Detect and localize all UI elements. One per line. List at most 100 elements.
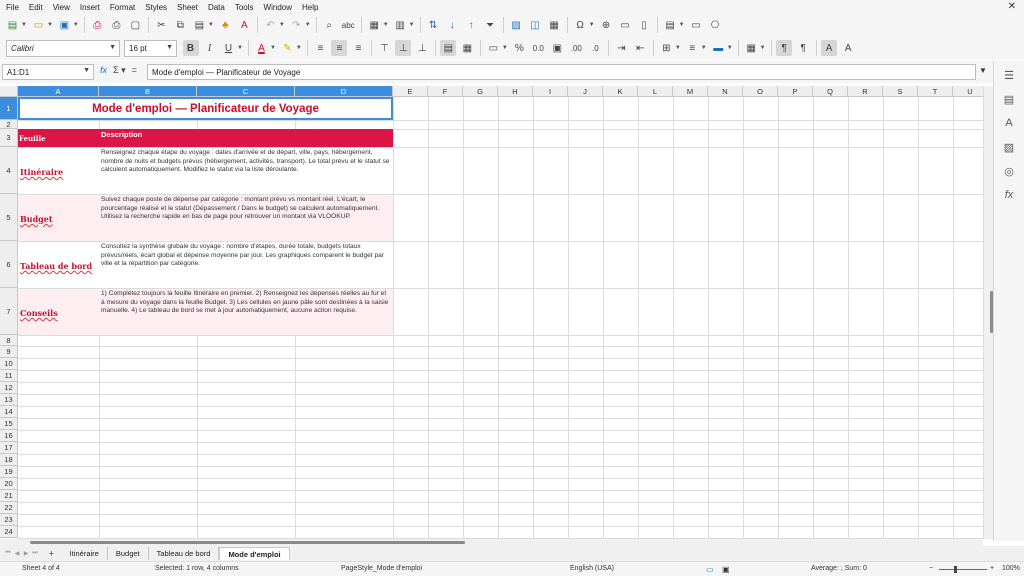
column-header-o[interactable]: O: [743, 86, 778, 97]
column-header-g[interactable]: G: [463, 86, 498, 97]
description-cell[interactable]: Consultez la synthèse globale du voyage …: [101, 243, 391, 269]
properties-icon[interactable]: ▤: [1001, 91, 1017, 107]
border-color-icon[interactable]: ▬: [710, 40, 726, 56]
tab-budget[interactable]: Budget: [108, 547, 149, 560]
menu-tools[interactable]: Tools: [230, 3, 259, 12]
comment-icon[interactable]: ▭: [617, 17, 633, 33]
align-right-icon[interactable]: ≡: [350, 40, 366, 56]
sort-icon[interactable]: ⇅: [425, 17, 441, 33]
chevron-down-icon[interactable]: ▼: [502, 45, 508, 51]
row-header[interactable]: 16: [0, 430, 18, 442]
special-character-icon[interactable]: Ω: [572, 17, 588, 33]
horizontal-scroll-thumb[interactable]: [30, 541, 465, 544]
pivot-table-icon[interactable]: ▦: [546, 17, 562, 33]
name-box[interactable]: A1:D1 ▼: [2, 64, 94, 80]
tab-mode-emploi[interactable]: Mode d'emploi: [219, 547, 290, 560]
font-color-icon[interactable]: A: [253, 40, 269, 56]
date-format-icon[interactable]: ▣: [549, 40, 565, 56]
highlight-color-icon[interactable]: ✎: [279, 40, 295, 56]
previous-sheet-icon[interactable]: ◀: [13, 550, 21, 557]
open-folder-icon[interactable]: ▭: [30, 17, 46, 33]
column-header-l[interactable]: L: [638, 86, 673, 97]
insert-chart-icon[interactable]: ◫: [527, 17, 543, 33]
zoom-slider-knob[interactable]: [954, 566, 957, 573]
column-header-h[interactable]: H: [498, 86, 533, 97]
row-header[interactable]: 10: [0, 358, 18, 370]
language[interactable]: English (USA): [570, 565, 614, 572]
tab-itineraire[interactable]: Itinéraire: [62, 547, 108, 560]
formula-input[interactable]: Mode d'emploi — Planificateur de Voyage: [147, 64, 976, 80]
row-header[interactable]: 12: [0, 382, 18, 394]
row-header[interactable]: 13: [0, 394, 18, 406]
row-icon[interactable]: ▦: [366, 17, 382, 33]
page-style[interactable]: PageStyle_Mode d'emploi: [341, 565, 422, 572]
column-header-b[interactable]: B: [99, 86, 197, 97]
sum-icon[interactable]: Σ ▾: [113, 65, 126, 76]
vertical-text-icon[interactable]: A: [821, 40, 838, 56]
menu-styles[interactable]: Styles: [140, 3, 172, 12]
description-cell[interactable]: Renseignez chaque étape du voyage : date…: [101, 149, 391, 175]
column-header-j[interactable]: J: [568, 86, 603, 97]
rtl-paragraph-icon[interactable]: ¶: [795, 40, 811, 56]
font-size-box[interactable]: 16 pt ▼: [124, 39, 177, 57]
cut-icon[interactable]: ✂: [153, 17, 169, 33]
freeze-rows-columns-icon[interactable]: ▭: [688, 17, 704, 33]
chevron-down-icon[interactable]: ▼: [589, 22, 595, 28]
column-header-p[interactable]: P: [778, 86, 813, 97]
column-header-k[interactable]: K: [603, 86, 638, 97]
split-window-icon[interactable]: ⎔: [707, 17, 723, 33]
formula-icon[interactable]: =: [132, 65, 137, 76]
menu-file[interactable]: File: [0, 3, 24, 12]
save-icon[interactable]: ▣: [56, 17, 72, 33]
chevron-down-icon[interactable]: ▼: [727, 45, 733, 51]
expand-formula-icon[interactable]: ▼: [979, 66, 987, 75]
description-cell[interactable]: Suivez chaque poste de dépense par catég…: [101, 196, 391, 222]
feuille-cell[interactable]: Budget: [20, 214, 53, 224]
column-header-s[interactable]: S: [883, 86, 918, 97]
align-top-icon[interactable]: ⊤: [376, 40, 392, 56]
column-header-u[interactable]: U: [953, 86, 983, 97]
close-document-icon[interactable]: ✕: [1008, 1, 1016, 12]
menu-view[interactable]: View: [48, 3, 75, 12]
next-sheet-icon[interactable]: ▶: [22, 550, 30, 557]
menu-data[interactable]: Data: [203, 3, 230, 12]
decrease-indent-icon[interactable]: ⇤: [632, 40, 648, 56]
chevron-down-icon[interactable]: ▼: [166, 44, 173, 51]
chevron-down-icon[interactable]: ▼: [760, 45, 766, 51]
row-header[interactable]: 4: [0, 147, 18, 194]
find-replace-icon[interactable]: ⌕: [321, 17, 337, 33]
gallery-icon[interactable]: ▨: [1001, 139, 1017, 155]
text-direction-icon[interactable]: A: [840, 40, 856, 56]
menu-edit[interactable]: Edit: [24, 3, 48, 12]
chevron-down-icon[interactable]: ▼: [296, 45, 302, 51]
column-header-n[interactable]: N: [708, 86, 743, 97]
new-document-icon[interactable]: ▤: [5, 17, 21, 33]
hyperlink-icon[interactable]: ⊕: [598, 17, 614, 33]
zoom-out-icon[interactable]: −: [929, 565, 933, 572]
chevron-down-icon[interactable]: ▼: [383, 22, 389, 28]
ltr-paragraph-icon[interactable]: ¶: [776, 40, 793, 56]
row-header[interactable]: 1: [0, 97, 18, 120]
column-header-f[interactable]: F: [428, 86, 463, 97]
clear-formatting-icon[interactable]: A: [236, 17, 252, 33]
chevron-down-icon[interactable]: ▼: [270, 45, 276, 51]
row-header[interactable]: 9: [0, 346, 18, 358]
chevron-down-icon[interactable]: ▼: [21, 22, 27, 28]
header-description[interactable]: Description: [101, 130, 142, 139]
chevron-down-icon[interactable]: ▼: [701, 45, 707, 51]
column-header-q[interactable]: Q: [813, 86, 848, 97]
navigator-icon[interactable]: ◎: [1001, 163, 1017, 179]
column-header-t[interactable]: T: [918, 86, 953, 97]
row-header[interactable]: 18: [0, 454, 18, 466]
row-header[interactable]: 5: [0, 194, 18, 241]
column-icon[interactable]: ▥: [392, 17, 408, 33]
chevron-down-icon[interactable]: ▼: [47, 22, 53, 28]
column-header-a[interactable]: A: [18, 86, 99, 97]
sort-ascending-icon[interactable]: ↓: [444, 17, 460, 33]
delete-decimal-icon[interactable]: .0: [587, 40, 603, 56]
chevron-down-icon[interactable]: ▼: [279, 22, 285, 28]
percent-format-icon[interactable]: %: [511, 40, 527, 56]
row-header[interactable]: 2: [0, 120, 18, 129]
insert-image-icon[interactable]: ▨: [508, 17, 524, 33]
feuille-cell[interactable]: Conseils: [20, 308, 58, 318]
